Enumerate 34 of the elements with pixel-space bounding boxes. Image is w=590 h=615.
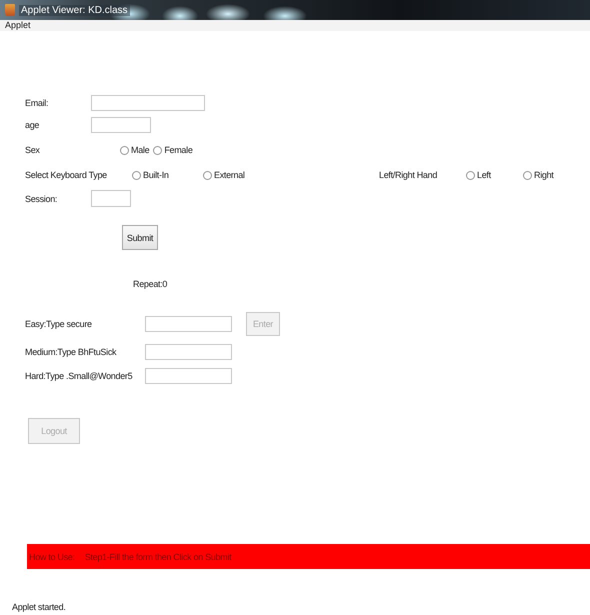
input-field[interactable] (145, 368, 232, 384)
help-heading: How to Use: (29, 552, 75, 562)
input-field[interactable] (91, 95, 205, 111)
field-label: age (25, 120, 40, 130)
submit-button[interactable]: Submit (122, 225, 158, 250)
menu-item[interactable]: Applet (5, 20, 31, 31)
input-field[interactable] (91, 190, 131, 207)
radio-label: Right (534, 170, 554, 180)
radio-button[interactable] (153, 146, 162, 154)
input-field[interactable] (91, 117, 151, 133)
field-label: Hard:Type .Small@Wonder5 (25, 371, 134, 381)
field-label: Email: (25, 98, 50, 108)
radio-button[interactable] (132, 170, 141, 180)
help-text: Step1-Fill the form then Click on Submit (84, 552, 232, 562)
radio-button[interactable] (120, 146, 129, 154)
field-label: Medium:Type BhFtuSick (25, 347, 118, 357)
radio-label: Built-In (143, 170, 169, 180)
repeat-count: Repeat:0 (133, 279, 168, 291)
radio-label: Male (131, 145, 150, 155)
radio-label: Female (164, 145, 193, 155)
radio-button[interactable] (203, 170, 212, 180)
field-label: Select Keyboard Type (25, 170, 108, 180)
field-label: Sex (25, 145, 41, 155)
field-label: Easy:Type secure (25, 319, 93, 329)
field-label: Left/Right Hand (379, 170, 438, 180)
status-text: Applet started. (12, 602, 66, 612)
radio-label: External (214, 170, 245, 180)
radio-label: Left (477, 170, 491, 180)
radio-button[interactable] (523, 170, 532, 180)
input-field[interactable] (145, 316, 232, 332)
field-label: Session: (25, 194, 58, 204)
window-title: Applet Viewer: KD.class (19, 4, 130, 16)
radio-button[interactable] (466, 170, 475, 180)
input-field[interactable] (145, 344, 232, 360)
